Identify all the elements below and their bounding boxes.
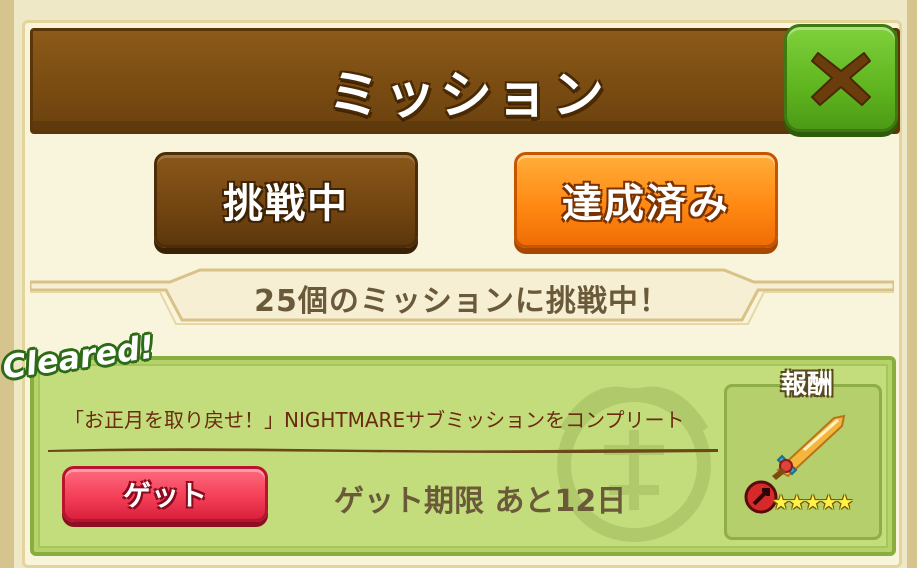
summary-ribbon: 25個のミッションに挑戦中！ [30, 268, 894, 326]
reward-label: 報酬 [780, 370, 833, 400]
rarity-stars: ★★★★★ [772, 490, 854, 514]
tab-completed[interactable]: 達成済み [514, 152, 778, 248]
close-button[interactable] [784, 24, 898, 132]
mission-title: 「お正月を取り戻せ！」NIGHTMAREサブミッションをコンプリート [64, 408, 685, 432]
deadline-text: ゲット期限 あと12日 [334, 484, 627, 519]
tab-in-progress[interactable]: 挑戦中 [154, 152, 418, 248]
title-bar: ミッション [30, 28, 900, 134]
sword-icon[interactable] [764, 410, 854, 482]
summary-text: 25個のミッションに挑戦中！ [254, 284, 670, 319]
emblem-watermark-icon [557, 386, 711, 542]
close-icon [811, 52, 871, 106]
divider [48, 448, 718, 453]
dialog-title: ミッション [327, 66, 608, 126]
get-button[interactable]: ゲット [62, 466, 268, 522]
